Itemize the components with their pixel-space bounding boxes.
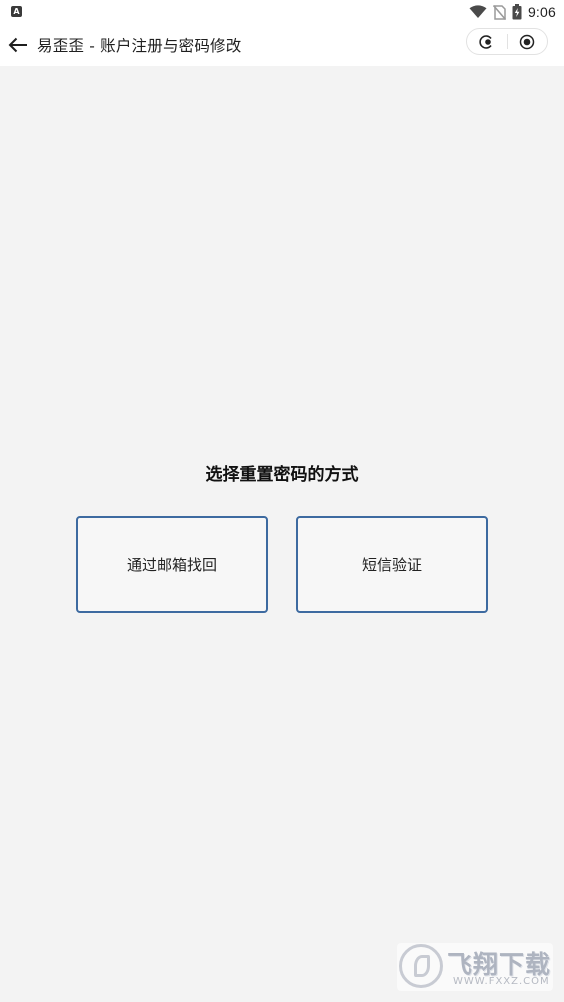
no-sim-icon [492, 4, 506, 20]
more-dots-icon [479, 34, 492, 49]
sms-verification-button[interactable]: 短信验证 [296, 516, 488, 613]
page-title: 易歪歪 - 账户注册与密码修改 [37, 37, 242, 55]
watermark: 飞翔下载 WWW.FXXZ.COM [397, 943, 553, 991]
close-target-icon [519, 34, 535, 49]
more-button[interactable] [467, 29, 507, 54]
wifi-icon [469, 5, 487, 18]
mini-program-capsule [466, 28, 548, 55]
reset-method-prompt: 选择重置密码的方式 [205, 465, 359, 485]
sms-verification-label: 短信验证 [361, 556, 422, 574]
watermark-logo-icon [399, 944, 443, 988]
battery-charging-icon [512, 4, 522, 20]
app-notification-icon: A [11, 6, 22, 17]
status-time: 9:06 [527, 4, 556, 20]
close-button[interactable] [507, 29, 547, 54]
back-button[interactable] [6, 33, 30, 57]
watermark-url: WWW.FXXZ.COM [453, 976, 550, 987]
nav-bar: 易歪歪 - 账户注册与密码修改 [0, 24, 564, 66]
email-recovery-label: 通过邮箱找回 [126, 556, 217, 574]
email-recovery-button[interactable]: 通过邮箱找回 [76, 516, 268, 613]
status-icons: 9:06 [469, 3, 556, 21]
arrow-left-icon [8, 37, 27, 53]
status-bar: A 9:06 [0, 0, 564, 24]
